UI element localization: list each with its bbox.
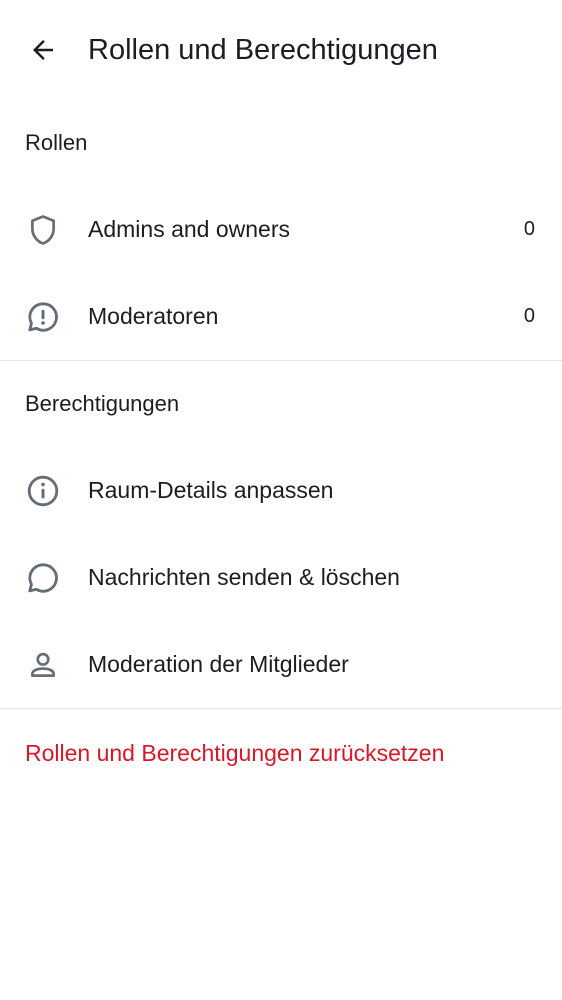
permission-item-label: Moderation der Mitglieder [88, 651, 349, 677]
permissions-section-title: Berechtigungen [25, 391, 180, 416]
back-button[interactable] [22, 29, 64, 71]
person-icon [24, 646, 62, 684]
chat-alert-icon [24, 298, 62, 336]
page-title: Rollen und Berechtigungen [88, 34, 438, 66]
shield-icon [24, 211, 62, 249]
permission-item-room-details[interactable]: Raum-Details anpassen [0, 447, 562, 534]
info-icon [24, 472, 62, 510]
permissions-section: Berechtigungen Raum-Details anpassen Nac… [0, 361, 562, 708]
role-item-count: 0 [523, 218, 535, 240]
chat-bubble-icon [24, 559, 62, 597]
arrow-left-icon [28, 35, 58, 65]
reset-roles-button[interactable]: Rollen und Berechtigungen zurücksetzen [0, 709, 562, 797]
permission-item-label: Raum-Details anpassen [88, 477, 334, 503]
role-item-admins[interactable]: Admins and owners 0 [0, 186, 562, 273]
roles-section: Rollen Admins and owners 0 Moderatoren 0 [0, 100, 562, 360]
permission-item-label: Nachrichten senden & löschen [88, 564, 400, 590]
role-item-moderators[interactable]: Moderatoren 0 [0, 273, 562, 360]
role-item-count: 0 [523, 305, 535, 327]
permission-item-messages[interactable]: Nachrichten senden & löschen [0, 534, 562, 621]
top-app-bar: Rollen und Berechtigungen [0, 0, 562, 100]
role-item-label: Admins and owners [88, 216, 290, 242]
roles-section-title: Rollen [25, 130, 88, 155]
role-item-label: Moderatoren [88, 303, 219, 329]
permission-item-member-moderation[interactable]: Moderation der Mitglieder [0, 621, 562, 708]
